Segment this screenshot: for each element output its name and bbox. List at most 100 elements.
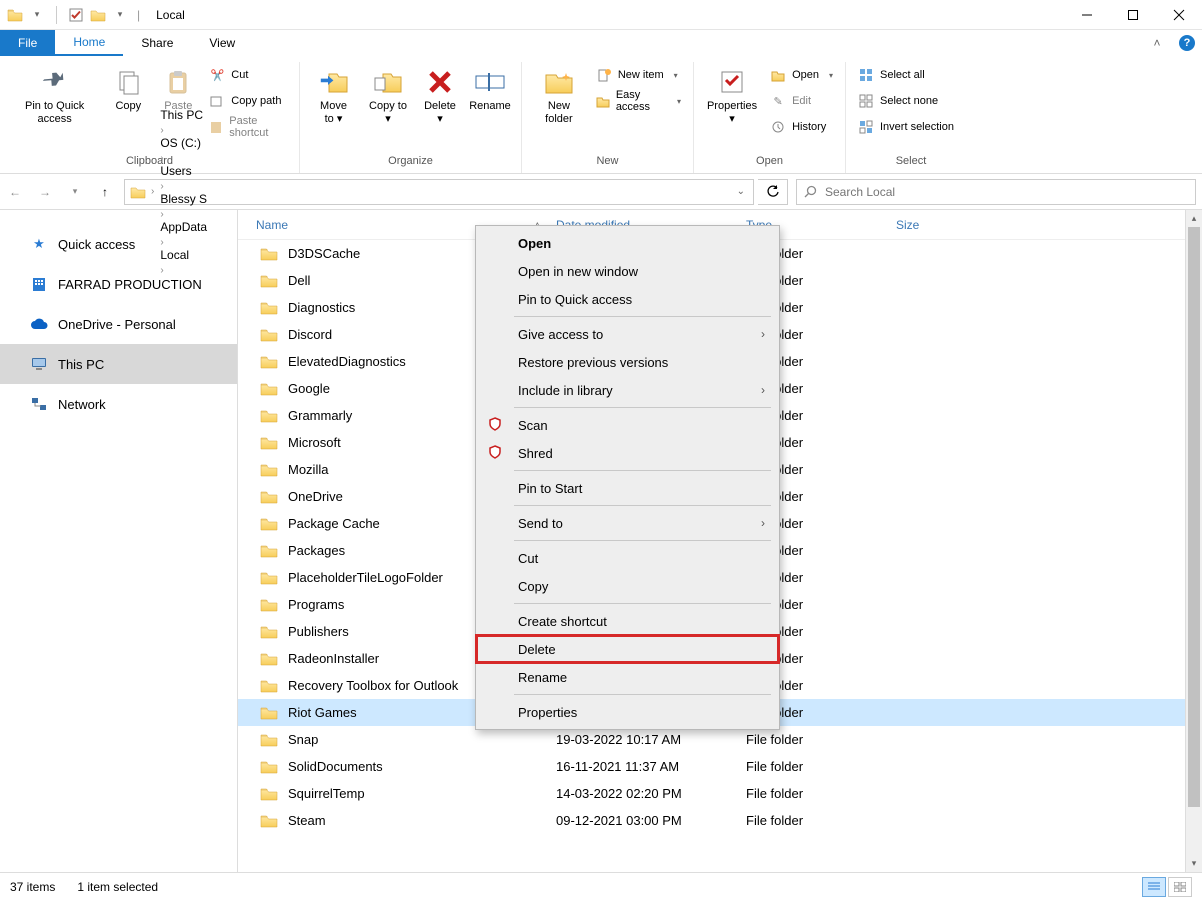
context-menu-open[interactable]: Open <box>476 229 779 257</box>
scroll-up-icon[interactable]: ▴ <box>1186 210 1202 227</box>
context-menu-open-new-window[interactable]: Open in new window <box>476 257 779 285</box>
copy-to-icon <box>372 66 404 98</box>
new-item-button[interactable]: New item ▾ <box>596 64 681 86</box>
qat-dropdown-2-icon[interactable]: ▾ <box>111 6 129 24</box>
history-button[interactable]: History <box>770 116 833 138</box>
recent-button[interactable]: ▾ <box>60 177 90 207</box>
qat-dropdown-icon[interactable]: ▾ <box>28 6 46 24</box>
context-menu-shred[interactable]: Shred <box>476 439 779 467</box>
move-to-icon <box>318 66 350 98</box>
context-menu-properties[interactable]: Properties <box>476 698 779 726</box>
up-button[interactable]: ↑ <box>90 177 120 207</box>
file-row[interactable]: SquirrelTemp14-03-2022 02:20 PMFile fold… <box>238 780 1202 807</box>
folder-icon <box>260 543 278 559</box>
rename-button[interactable]: Rename <box>465 62 515 117</box>
column-header-size[interactable]: Size <box>888 218 988 232</box>
paste-button[interactable]: Paste <box>153 62 203 117</box>
cut-button[interactable]: ✂️Cut <box>209 64 287 86</box>
context-menu-include[interactable]: Include in library› <box>476 376 779 404</box>
file-name: OneDrive <box>288 489 343 504</box>
sidebar-item-onedrive[interactable]: OneDrive - Personal <box>0 304 237 344</box>
minimize-button[interactable] <box>1064 0 1110 30</box>
delete-button[interactable]: Delete▾ <box>415 62 465 130</box>
open-button[interactable]: Open ▾ <box>770 64 833 86</box>
folder-icon <box>260 327 278 343</box>
copy-to-button[interactable]: Copy to ▾ <box>361 62 415 130</box>
invert-selection-button[interactable]: Invert selection <box>858 116 954 138</box>
paste-shortcut-icon <box>209 119 223 135</box>
open-icon <box>770 67 786 83</box>
copy-path-button[interactable]: Copy path <box>209 90 287 112</box>
context-menu-pin-quick[interactable]: Pin to Quick access <box>476 285 779 313</box>
chevron-right-icon[interactable]: › <box>158 181 165 192</box>
copy-button[interactable]: Copy <box>103 62 153 117</box>
file-name: Discord <box>288 327 332 342</box>
file-date: 09-12-2021 03:00 PM <box>548 813 738 828</box>
folder-icon-2[interactable] <box>89 6 107 24</box>
details-view-button[interactable] <box>1142 877 1166 897</box>
context-menu-pin-start[interactable]: Pin to Start <box>476 474 779 502</box>
pin-to-quick-access-button[interactable]: Pin to Quick access <box>6 62 103 130</box>
scissors-icon: ✂️ <box>209 67 225 83</box>
ribbon-group-new: New folder New item ▾ Easy access ▾ New <box>522 62 694 173</box>
context-menu-send-to[interactable]: Send to› <box>476 509 779 537</box>
back-button[interactable]: ← <box>0 177 30 207</box>
chevron-right-icon[interactable]: › <box>158 125 165 136</box>
view-tab[interactable]: View <box>191 30 253 56</box>
vertical-scrollbar[interactable]: ▴ ▾ <box>1185 210 1202 872</box>
chevron-right-icon[interactable]: › <box>149 186 156 197</box>
edit-button[interactable]: ✎Edit <box>770 90 833 112</box>
paste-shortcut-button[interactable]: Paste shortcut <box>209 116 287 138</box>
breadcrumb-item[interactable]: Blessy S <box>158 192 209 206</box>
context-menu-cut[interactable]: Cut <box>476 544 779 572</box>
checkbox-icon[interactable] <box>67 6 85 24</box>
context-menu-scan[interactable]: Scan <box>476 411 779 439</box>
sidebar-item-this-pc[interactable]: This PC <box>0 344 237 384</box>
file-row[interactable]: Steam09-12-2021 03:00 PMFile folder <box>238 807 1202 834</box>
context-menu-copy[interactable]: Copy <box>476 572 779 600</box>
sidebar-item-quick-access[interactable]: ★Quick access <box>0 224 237 264</box>
select-all-button[interactable]: Select all <box>858 64 954 86</box>
forward-button[interactable]: → <box>30 177 60 207</box>
sidebar-item-farrad[interactable]: FARRAD PRODUCTION <box>0 264 237 304</box>
share-tab[interactable]: Share <box>123 30 191 56</box>
thumbnails-view-button[interactable] <box>1168 877 1192 897</box>
search-input[interactable] <box>825 185 1189 199</box>
refresh-button[interactable] <box>758 179 788 205</box>
file-row[interactable]: Snap19-03-2022 10:17 AMFile folder <box>238 726 1202 753</box>
context-menu-give-access[interactable]: Give access to› <box>476 320 779 348</box>
building-icon <box>30 275 48 293</box>
home-tab[interactable]: Home <box>55 30 123 56</box>
new-folder-button[interactable]: New folder <box>528 62 590 130</box>
folder-icon <box>260 516 278 532</box>
file-tab[interactable]: File <box>0 30 55 56</box>
folder-icon <box>260 678 278 694</box>
maximize-button[interactable] <box>1110 0 1156 30</box>
context-menu-rename[interactable]: Rename <box>476 663 779 691</box>
scrollbar-thumb[interactable] <box>1188 227 1200 807</box>
copy-path-icon <box>209 93 225 109</box>
breadcrumb-item[interactable]: Users <box>158 164 209 178</box>
folder-icon <box>260 435 278 451</box>
invert-icon <box>858 119 874 135</box>
scroll-down-icon[interactable]: ▾ <box>1186 855 1202 872</box>
breadcrumb-item[interactable]: OS (C:) <box>158 136 209 150</box>
close-button[interactable] <box>1156 0 1202 30</box>
move-to-button[interactable]: Move to ▾ <box>306 62 361 130</box>
help-button[interactable]: ? <box>1172 30 1202 56</box>
address-bar[interactable]: › This PC›OS (C:)›Users›Blessy S›AppData… <box>124 179 754 205</box>
context-menu-delete[interactable]: Delete <box>476 635 779 663</box>
chevron-right-icon[interactable]: › <box>158 153 165 164</box>
address-dropdown-icon[interactable]: ⌄ <box>737 186 749 197</box>
collapse-ribbon-icon[interactable]: ˄ <box>1142 30 1172 56</box>
context-menu-create-shortcut[interactable]: Create shortcut <box>476 607 779 635</box>
easy-access-button[interactable]: Easy access ▾ <box>596 90 681 112</box>
file-row[interactable]: SolidDocuments16-11-2021 11:37 AMFile fo… <box>238 753 1202 780</box>
status-selected-count: 1 item selected <box>77 880 158 894</box>
search-box[interactable] <box>796 179 1196 205</box>
sidebar-item-network[interactable]: Network <box>0 384 237 424</box>
context-menu-restore[interactable]: Restore previous versions <box>476 348 779 376</box>
properties-button[interactable]: Properties▾ <box>700 62 764 130</box>
file-name: Mozilla <box>288 462 328 477</box>
select-none-button[interactable]: Select none <box>858 90 954 112</box>
